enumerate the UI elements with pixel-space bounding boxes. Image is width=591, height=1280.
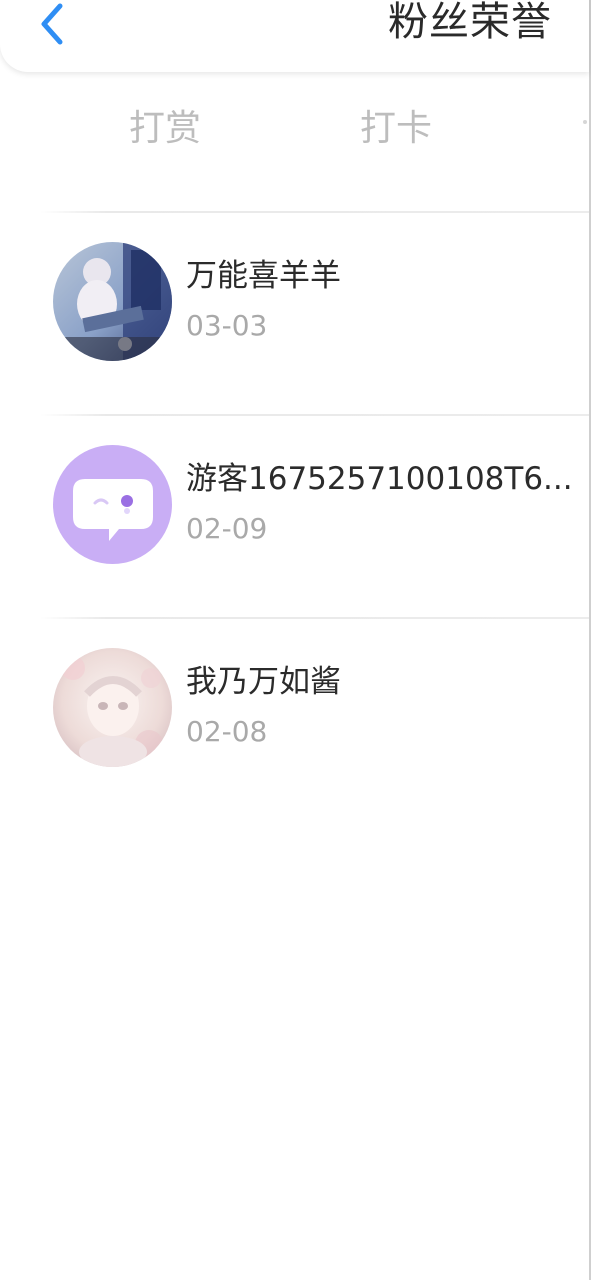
list-divider	[40, 414, 589, 416]
tab-checkin[interactable]: 打卡	[360, 106, 432, 152]
tab-reward[interactable]: 打赏	[129, 106, 201, 152]
list-divider	[40, 211, 589, 213]
fan-name: 游客1675257100108T6...	[186, 461, 573, 497]
tab-overflow-indicator	[583, 120, 587, 124]
avatar[interactable]	[53, 242, 172, 361]
fan-date: 03-03	[186, 309, 268, 342]
fan-date: 02-09	[186, 512, 268, 545]
page-title: 粉丝荣誉	[388, 0, 552, 45]
avatar[interactable]	[53, 648, 172, 767]
chevron-left-icon	[41, 3, 63, 45]
fan-list-item[interactable]: 我乃万如酱 02-08	[0, 648, 589, 808]
top-bar: 粉丝荣誉	[0, 0, 589, 72]
list-divider	[40, 617, 589, 619]
photo-avatar-image	[53, 242, 172, 361]
back-button[interactable]	[26, 0, 76, 48]
fan-list-item[interactable]: 万能喜羊羊 03-03	[0, 242, 589, 402]
avatar[interactable]	[53, 445, 172, 564]
tab-bar: 打赏 打卡	[0, 96, 589, 166]
fan-date: 02-08	[186, 715, 268, 748]
fan-list-item[interactable]: 游客1675257100108T6... 02-09	[0, 445, 589, 605]
chat-bubble-avatar-image	[53, 445, 172, 564]
fan-name: 万能喜羊羊	[186, 258, 341, 294]
anime-girl-avatar-image	[53, 648, 172, 767]
fan-name: 我乃万如酱	[186, 664, 341, 700]
